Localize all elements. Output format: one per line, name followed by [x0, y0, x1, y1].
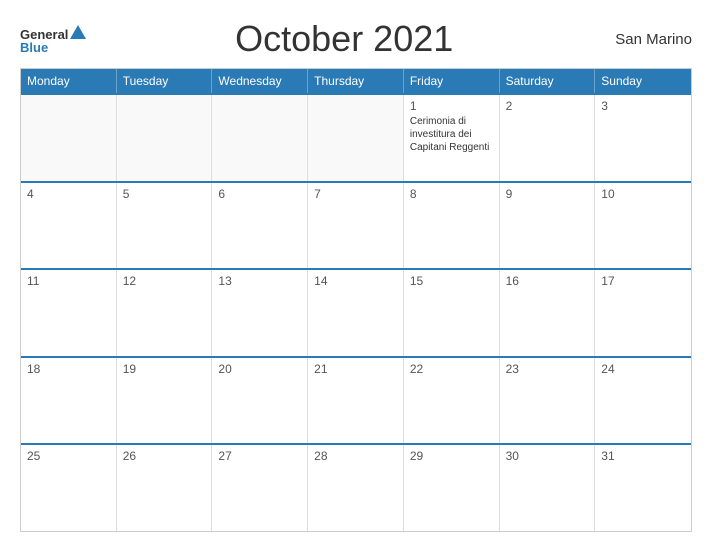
cell-day-number: 23 — [506, 362, 589, 376]
cell-day-number: 25 — [27, 449, 110, 463]
cal-cell-11: 11 — [21, 270, 117, 356]
cal-cell-23: 23 — [500, 358, 596, 444]
calendar-week-2: 456789 10 — [21, 181, 691, 269]
cell-day-number: 19 — [123, 362, 206, 376]
logo-general: General — [20, 28, 68, 41]
cal-cell-26: 26 — [117, 445, 213, 531]
cal-header-sunday: Sunday — [595, 69, 691, 93]
cal-cell-12: 12 — [117, 270, 213, 356]
cell-day-number: 5 — [123, 187, 206, 201]
cell-day-number: 7 — [314, 187, 397, 201]
calendar-header-row: MondayTuesdayWednesdayThursdayFridaySatu… — [21, 69, 691, 93]
cell-day-number: 22 — [410, 362, 493, 376]
cal-cell-1: 1 Cerimonia di investitura dei Capitani R… — [404, 95, 500, 181]
cell-day-number: 2 — [506, 99, 589, 113]
cal-cell-19: 19 — [117, 358, 213, 444]
cal-cell-empty-3 — [308, 95, 404, 181]
cal-cell-13: 13 — [212, 270, 308, 356]
calendar-week-1: 1 Cerimonia di investitura dei Capitani R… — [21, 93, 691, 181]
cal-cell-8: 8 — [404, 183, 500, 269]
cell-day-number: 15 — [410, 274, 493, 288]
cal-cell-7: 7 — [308, 183, 404, 269]
cell-day-number: 16 — [506, 274, 589, 288]
cell-day-number: 18 — [27, 362, 110, 376]
cal-cell-30: 30 — [500, 445, 596, 531]
logo-triangle-icon — [70, 25, 86, 39]
cal-cell-6: 6 — [212, 183, 308, 269]
cal-header-friday: Friday — [404, 69, 500, 93]
cal-cell-27: 27 — [212, 445, 308, 531]
cal-cell-9: 9 — [500, 183, 596, 269]
cell-day-number: 12 — [123, 274, 206, 288]
cell-day-number: 11 — [27, 274, 110, 288]
logo-blue: Blue — [20, 41, 48, 54]
cal-cell-4: 4 — [21, 183, 117, 269]
cell-day-number: 30 — [506, 449, 589, 463]
cal-cell-empty-0 — [21, 95, 117, 181]
cal-cell-31: 31 — [595, 445, 691, 531]
cell-day-number: 28 — [314, 449, 397, 463]
cell-day-number: 6 — [218, 187, 301, 201]
cal-cell-28: 28 — [308, 445, 404, 531]
cal-header-thursday: Thursday — [308, 69, 404, 93]
cal-cell-14: 14 — [308, 270, 404, 356]
cell-day-number: 13 — [218, 274, 301, 288]
cal-cell-16: 16 — [500, 270, 596, 356]
cell-day-number: 4 — [27, 187, 110, 201]
cal-cell-17: 17 — [595, 270, 691, 356]
cal-header-saturday: Saturday — [500, 69, 596, 93]
country-label: San Marino — [602, 31, 692, 48]
cell-day-number: 14 — [314, 274, 397, 288]
calendar-week-4: 18 19 20 21 22 23 24 — [21, 356, 691, 444]
cal-cell-empty-2 — [212, 95, 308, 181]
calendar-title: October 2021 — [86, 18, 602, 60]
header: General Blue October 2021 San Marino — [20, 18, 692, 60]
calendar-week-5: 25 26 27 28 29 30 31 — [21, 443, 691, 531]
cell-day-number: 17 — [601, 274, 685, 288]
cal-cell-2: 2 — [500, 95, 596, 181]
cal-header-monday: Monday — [21, 69, 117, 93]
cal-cell-21: 21 — [308, 358, 404, 444]
cell-day-number: 1 — [410, 99, 493, 113]
cal-header-tuesday: Tuesday — [117, 69, 213, 93]
cal-cell-15: 15 — [404, 270, 500, 356]
cell-day-number: 10 — [601, 187, 685, 201]
cal-cell-5: 5 — [117, 183, 213, 269]
cal-cell-25: 25 — [21, 445, 117, 531]
cell-day-number: 24 — [601, 362, 685, 376]
cell-day-number: 20 — [218, 362, 301, 376]
cal-cell-22: 22 — [404, 358, 500, 444]
cal-cell-18: 18 — [21, 358, 117, 444]
cal-cell-20: 20 — [212, 358, 308, 444]
calendar-week-3: 11 12 13 14 15 16 17 — [21, 268, 691, 356]
cal-cell-10: 10 — [595, 183, 691, 269]
cal-cell-24: 24 — [595, 358, 691, 444]
logo: General Blue — [20, 25, 86, 54]
cal-cell-3: 3 — [595, 95, 691, 181]
cell-day-number: 8 — [410, 187, 493, 201]
page: General Blue October 2021 San Marino Mon… — [0, 0, 712, 550]
calendar: MondayTuesdayWednesdayThursdayFridaySatu… — [20, 68, 692, 532]
cell-day-number: 27 — [218, 449, 301, 463]
cell-day-number: 21 — [314, 362, 397, 376]
cal-cell-29: 29 — [404, 445, 500, 531]
cell-day-number: 26 — [123, 449, 206, 463]
cell-day-number: 3 — [601, 99, 685, 113]
cal-event: Cerimonia di investitura dei Capitani Re… — [410, 115, 493, 154]
cell-day-number: 9 — [506, 187, 589, 201]
cal-header-wednesday: Wednesday — [212, 69, 308, 93]
cell-day-number: 29 — [410, 449, 493, 463]
calendar-body: 1 Cerimonia di investitura dei Capitani R… — [21, 93, 691, 531]
cell-day-number: 31 — [601, 449, 685, 463]
cal-cell-empty-1 — [117, 95, 213, 181]
